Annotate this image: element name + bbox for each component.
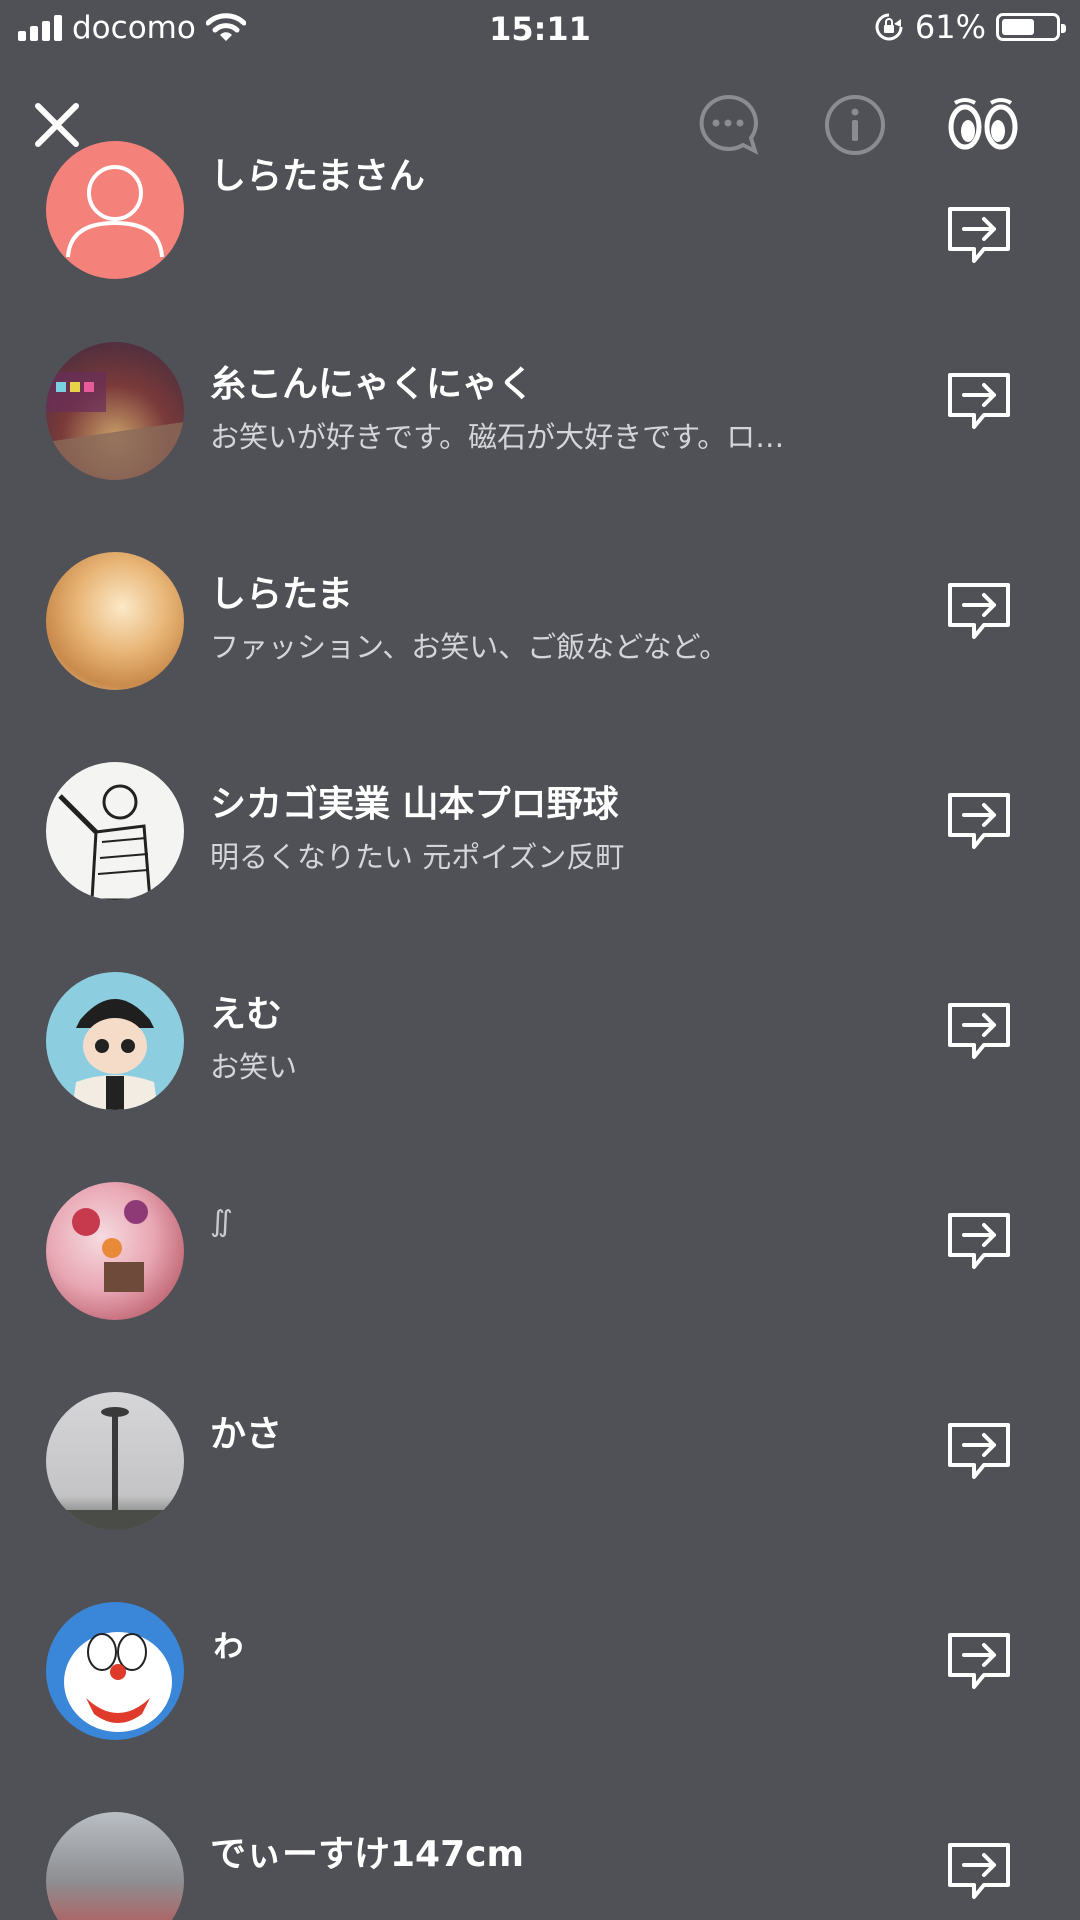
chat-bubble-icon bbox=[699, 94, 759, 155]
avatar-image bbox=[72, 999, 158, 1110]
avatar[interactable] bbox=[46, 762, 184, 900]
screen: docomo 15:11 61% しらたまさん 糸こんにゃくにゃく お笑いが好き… bbox=[0, 0, 1080, 1920]
close-icon bbox=[35, 103, 79, 147]
avatar[interactable] bbox=[46, 1182, 184, 1320]
battery-percent: 61% bbox=[914, 8, 986, 46]
list-item[interactable]: シカゴ実業 山本プロ野球 明るくなりたい 元ポイズン反町 bbox=[0, 745, 1080, 955]
battery-icon bbox=[996, 13, 1066, 41]
share-icon[interactable] bbox=[944, 203, 1014, 267]
share-icon[interactable] bbox=[944, 999, 1014, 1063]
avatar[interactable] bbox=[46, 1812, 184, 1920]
avatar-image bbox=[58, 784, 152, 900]
list-item[interactable]: しらたま ファッション、お笑い、ご飯などなど。 bbox=[0, 535, 1080, 745]
list-item[interactable]: しらたまさん bbox=[0, 141, 1080, 325]
avatar-image bbox=[64, 1632, 172, 1732]
top-navigation bbox=[0, 80, 1080, 160]
chat-button[interactable] bbox=[693, 90, 763, 160]
share-icon[interactable] bbox=[944, 1839, 1014, 1903]
avatar-image bbox=[72, 1200, 148, 1292]
share-icon[interactable] bbox=[944, 1419, 1014, 1483]
status-bar: docomo 15:11 61% bbox=[0, 0, 1080, 60]
list-item[interactable]: えむ お笑い bbox=[0, 955, 1080, 1165]
avatar[interactable] bbox=[46, 141, 184, 279]
user-name: しらたまさん bbox=[210, 156, 425, 197]
avatar[interactable] bbox=[46, 552, 184, 690]
user-name: ゎ bbox=[210, 1624, 247, 1665]
user-name: でぃーすけ147cm bbox=[210, 1834, 524, 1875]
user-name: シカゴ実業 山本プロ野球 bbox=[210, 784, 619, 825]
share-icon[interactable] bbox=[944, 1209, 1014, 1273]
list-item[interactable]: 糸こんにゃくにゃく お笑いが好きです。磁石が大好きです。ロ… bbox=[0, 325, 1080, 535]
share-icon[interactable] bbox=[944, 579, 1014, 643]
share-icon[interactable] bbox=[944, 789, 1014, 853]
user-list: しらたまさん 糸こんにゃくにゃく お笑いが好きです。磁石が大好きです。ロ… しら… bbox=[0, 141, 1080, 1920]
user-bio: お笑い bbox=[210, 1050, 298, 1084]
user-name: 糸こんにゃくにゃく bbox=[210, 364, 535, 405]
user-bio: ファッション、お笑い、ご飯などなど。 bbox=[210, 630, 729, 664]
rotation-lock-icon bbox=[875, 13, 903, 41]
list-item[interactable]: ∬ bbox=[0, 1165, 1080, 1375]
info-icon bbox=[825, 95, 885, 155]
list-item[interactable]: ゎ bbox=[0, 1585, 1080, 1795]
share-icon[interactable] bbox=[944, 1629, 1014, 1693]
user-bio: 明るくなりたい 元ポイズン反町 bbox=[210, 840, 625, 874]
battery-fill bbox=[1002, 19, 1034, 35]
user-bio: ∬ bbox=[210, 1204, 233, 1238]
status-right: 61% bbox=[873, 8, 1066, 46]
avatar-image bbox=[46, 372, 184, 480]
user-name: えむ bbox=[210, 994, 283, 1035]
avatar[interactable] bbox=[46, 972, 184, 1110]
avatar[interactable] bbox=[46, 1602, 184, 1740]
default-avatar-icon bbox=[66, 165, 164, 258]
info-button[interactable] bbox=[820, 90, 890, 160]
follow-button[interactable] bbox=[947, 90, 1019, 160]
share-icon[interactable] bbox=[944, 369, 1014, 433]
user-name: かさ bbox=[210, 1414, 283, 1455]
eyes-icon bbox=[948, 98, 1018, 150]
avatar-image bbox=[46, 1407, 184, 1530]
avatar[interactable] bbox=[46, 342, 184, 480]
list-item[interactable]: かさ bbox=[0, 1375, 1080, 1585]
user-name: しらたま bbox=[210, 574, 353, 615]
list-item[interactable]: でぃーすけ147cm bbox=[0, 1795, 1080, 1920]
avatar[interactable] bbox=[46, 1392, 184, 1530]
user-bio: お笑いが好きです。磁石が大好きです。ロ… bbox=[210, 420, 785, 454]
